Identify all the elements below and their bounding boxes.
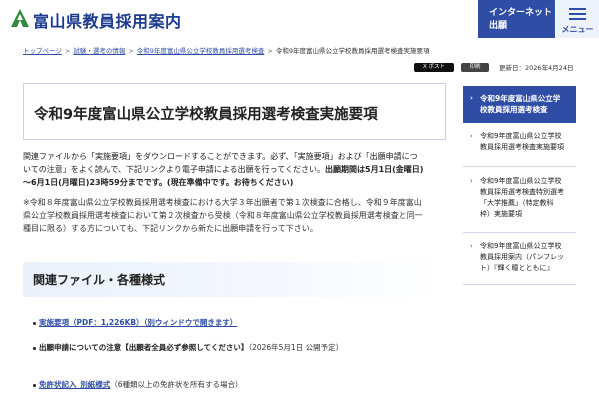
- hamburger-icon-line: [569, 18, 586, 20]
- x-post-button[interactable]: X ポスト: [414, 63, 454, 72]
- sidebar-item-line: 令和9年度富山県公立学校: [480, 242, 562, 250]
- list-item: 出願申請についての注意【出願者全員必ず参照してください】（2026年5月1日 公…: [33, 342, 343, 354]
- section-title: 関連ファイル・各種様式: [33, 273, 166, 287]
- license-form-link[interactable]: 免許状記入_別紙様式: [39, 380, 110, 389]
- chevron-right-icon: ›: [470, 132, 473, 140]
- sidebar-heading[interactable]: › 令和9年度富山県公立学 校教員採用選考検査: [463, 86, 576, 123]
- breadcrumb-separator: >: [128, 47, 134, 55]
- sidebar-item-line: 枠）実施要項: [480, 210, 522, 218]
- breadcrumb-separator: >: [267, 47, 273, 55]
- publish-note: （2026年5月1日 公開予定）: [248, 343, 344, 352]
- site-title[interactable]: 富山県教員採用案内: [33, 8, 182, 32]
- chevron-right-icon: ›: [470, 242, 473, 250]
- sidebar-item-line: 教員採用選考検査実施要項: [480, 143, 564, 151]
- note-line: 県公立学校教員採用選考検査において第２次検査から受検（令和８年度富山県公立学校教…: [23, 211, 423, 220]
- menu-button[interactable]: メニュー: [556, 0, 599, 38]
- menu-label: メニュー: [561, 25, 594, 34]
- apply-label-line2: 出願: [489, 21, 508, 31]
- apply-label-line1: インターネット: [489, 8, 553, 18]
- hamburger-icon: [569, 8, 586, 10]
- sidebar-item-line: ト）『輝く瞳とともに』: [480, 264, 554, 272]
- sidebar-item-line: 「大学推薦」（特定教科: [480, 199, 554, 207]
- bullet-icon: [33, 346, 36, 350]
- breadcrumb-link-selection[interactable]: 令和9年度富山県公立学校教員採用選考検査: [137, 47, 265, 55]
- license-form-note: （6種類以上の免許状を所有する場合）: [110, 380, 243, 389]
- page-title: 令和9年度富山県公立学校教員採用選考検査実施要項: [34, 107, 378, 123]
- sidebar-item-pamphlet[interactable]: › 令和9年度富山県公立学校 教員採用案内（パンフレッ ト）『輝く瞳とともに』: [463, 241, 576, 285]
- bullet-icon: [33, 321, 36, 325]
- list-item: 実施要項（PDF：1,226KB）（別ウィンドウで開きます）: [33, 317, 237, 329]
- intro-paragraph: 関連ファイルから「実施要項」をダウンロードすることができます。必ず、「実施要項」…: [23, 150, 443, 189]
- note-line: 種目に限る）する方についても、下記リンクから新たに出願申請を行って下さい。: [23, 224, 318, 233]
- guidelines-pdf-link[interactable]: 実施要項（PDF：1,226KB）（別ウィンドウで開きます）: [39, 318, 237, 327]
- site-header: 富山県教員採用案内 インターネット 出願 メニュー: [0, 0, 599, 38]
- sidebar-heading-line: 令和9年度富山県公立学: [480, 94, 561, 103]
- intro-line: いての注意」をよく読んで、下記リンクより電子申請による出願を行ってください。出願…: [23, 163, 443, 176]
- updated-date: 更新日：2026年4月24日: [499, 64, 574, 72]
- application-period-end: ～6月1日(月曜日)23時59分までです。(現在準備中です。お待ちください): [23, 178, 294, 187]
- breadcrumb: トップページ > 試験・選考の情報 > 令和9年度富山県公立学校教員採用選考検査 > 令和9…: [23, 45, 430, 55]
- note-line: ※令和８年度富山県公立学校教員採用選考検査における大学３年出願者で第１次検査に合…: [23, 198, 422, 207]
- toyama-logo-icon[interactable]: [11, 9, 29, 27]
- application-notice-title: 出願申請についての注意【出願者全員必ず参照してください】: [39, 343, 249, 352]
- breadcrumb-separator: >: [64, 47, 71, 55]
- list-item: 免許状記入_別紙様式（6種類以上の免許状を所有する場合）: [33, 379, 243, 391]
- sidebar-item-line: 令和9年度富山県公立学校: [480, 132, 562, 140]
- internet-apply-button[interactable]: インターネット 出願: [478, 0, 555, 38]
- hamburger-icon-line: [569, 13, 586, 15]
- sidebar-item-line: 令和9年度富山県公立学校: [480, 177, 562, 185]
- sidebar-item-line: 教員採用案内（パンフレッ: [480, 253, 565, 261]
- related-files-header: 関連ファイル・各種様式: [23, 262, 443, 297]
- intro-line-text: いての注意」をよく読んで、下記リンクより電子申請による出願を行ってください。: [23, 165, 325, 174]
- sidebar-heading-line: 校教員採用選考検査: [480, 105, 548, 114]
- chevron-right-icon: ›: [470, 94, 473, 102]
- note-paragraph: ※令和８年度富山県公立学校教員採用選考検査における大学３年出願者で第１次検査に合…: [23, 196, 443, 235]
- application-period: 出願期間は5月1日(金曜日): [325, 165, 424, 174]
- breadcrumb-current: 令和9年度富山県公立学校教員採用選考検査実施要項: [275, 47, 430, 55]
- page-title-box: 令和9年度富山県公立学校教員採用選考検査実施要項: [23, 83, 446, 140]
- print-button[interactable]: 印刷: [461, 63, 489, 72]
- sidebar-item-special-selection[interactable]: › 令和9年度富山県公立学校 教員採用選考検査特別選考 「大学推薦」（特定教科 …: [463, 176, 576, 233]
- breadcrumb-link-exam-info[interactable]: 試験・選考の情報: [73, 47, 125, 55]
- sidebar-item-line: 教員採用選考検査特別選考: [480, 188, 564, 196]
- intro-line: 関連ファイルから「実施要項」をダウンロードすることができます。必ず、「実施要項」…: [23, 152, 418, 161]
- bullet-icon: [33, 383, 36, 387]
- sidebar-item-guidelines[interactable]: › 令和9年度富山県公立学校 教員採用選考検査実施要項: [463, 131, 576, 167]
- chevron-right-icon: ›: [470, 177, 473, 185]
- breadcrumb-link-top[interactable]: トップページ: [23, 47, 62, 55]
